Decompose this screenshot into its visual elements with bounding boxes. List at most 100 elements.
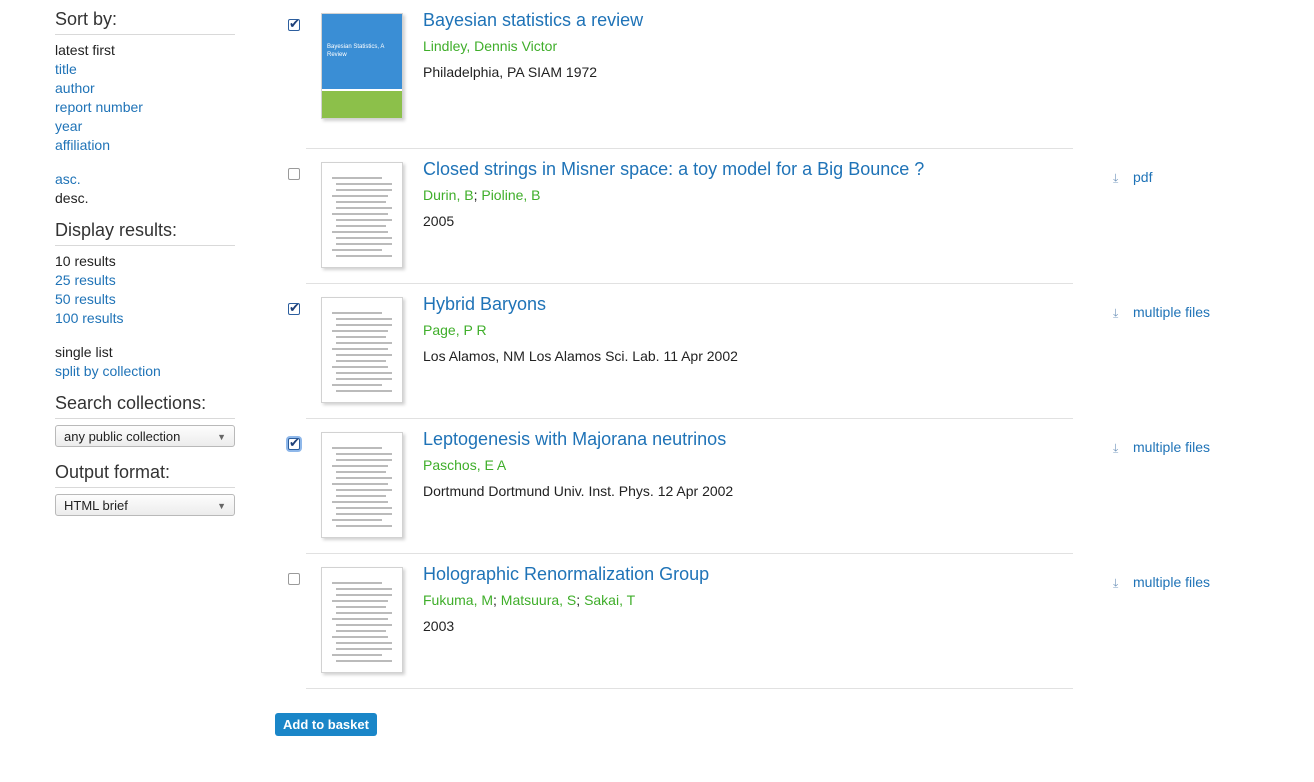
sort-option-latest-first: latest first bbox=[55, 42, 115, 58]
result-divider bbox=[306, 688, 1073, 689]
sort-option-author[interactable]: author bbox=[55, 79, 235, 98]
page-text-line bbox=[336, 336, 386, 338]
result-authors: Page, P R bbox=[423, 322, 487, 338]
page-text-line bbox=[332, 177, 382, 179]
page-text-line bbox=[332, 618, 388, 620]
result-publication: 2005 bbox=[423, 213, 455, 229]
download-icon: ⤓ bbox=[1113, 441, 1119, 455]
result-thumbnail[interactable] bbox=[321, 567, 403, 673]
order-option-asc[interactable]: asc. bbox=[55, 170, 235, 189]
page-text-line bbox=[332, 582, 382, 584]
multiple-files-link[interactable]: ⤓ multiple files bbox=[1113, 439, 1210, 456]
result-item: Bayesian Statistics, A Review Bayesian st… bbox=[285, 0, 1225, 149]
sort-option-affiliation[interactable]: affiliation bbox=[55, 136, 235, 155]
result-checkbox[interactable] bbox=[288, 573, 300, 585]
list-mode-option-split-by-collection[interactable]: split by collection bbox=[55, 362, 235, 381]
page-text-line bbox=[332, 195, 388, 197]
output-format-select[interactable]: HTML brief ▼ bbox=[55, 494, 235, 516]
page-text-line bbox=[332, 483, 388, 485]
pdf-link[interactable]: ⤓ pdf bbox=[1113, 169, 1152, 186]
result-checkbox[interactable] bbox=[288, 300, 300, 316]
sort-options: latest first title author report number year… bbox=[55, 41, 235, 155]
author-link[interactable]: Fukuma, M bbox=[423, 592, 493, 608]
page-text-line bbox=[336, 360, 386, 362]
files-label: multiple files bbox=[1133, 304, 1211, 320]
sort-option-report-number[interactable]: report number bbox=[55, 98, 235, 117]
author-link[interactable]: Page, P R bbox=[423, 322, 487, 338]
result-title-link[interactable]: Holographic Renormalization Group bbox=[423, 564, 709, 585]
page-text-line bbox=[336, 219, 392, 221]
sort-heading: Sort by: bbox=[55, 8, 235, 35]
page-text-line bbox=[332, 600, 388, 602]
result-item: Holographic Renormalization Group Fukuma,… bbox=[285, 554, 1225, 689]
result-thumbnail[interactable] bbox=[321, 432, 403, 538]
output-format-value: HTML brief bbox=[64, 498, 128, 513]
author-separator: ; bbox=[493, 592, 501, 608]
author-link[interactable]: Sakai, T bbox=[584, 592, 635, 608]
author-link[interactable]: Durin, B bbox=[423, 187, 474, 203]
page-text-line bbox=[336, 507, 392, 509]
page-text-line bbox=[336, 648, 392, 650]
result-item: Closed strings in Misner space: a toy mo… bbox=[285, 149, 1225, 284]
result-title-link[interactable]: Hybrid Baryons bbox=[423, 294, 546, 315]
collections-select[interactable]: any public collection ▼ bbox=[55, 425, 235, 447]
sort-option-year[interactable]: year bbox=[55, 117, 235, 136]
result-thumbnail[interactable]: Bayesian Statistics, A Review bbox=[321, 13, 403, 119]
page-text-line bbox=[336, 459, 392, 461]
page-text-line bbox=[332, 636, 388, 638]
display-option-50-results[interactable]: 50 results bbox=[55, 290, 235, 309]
author-link[interactable]: Lindley, Dennis Victor bbox=[423, 38, 557, 54]
result-title-link[interactable]: Bayesian statistics a review bbox=[423, 10, 643, 31]
result-thumbnail[interactable] bbox=[321, 297, 403, 403]
display-heading: Display results: bbox=[55, 219, 235, 246]
files-label: pdf bbox=[1133, 169, 1153, 185]
page-text-line bbox=[336, 342, 392, 344]
page-text-line bbox=[336, 495, 386, 497]
page-text-line bbox=[332, 213, 388, 215]
output-heading: Output format: bbox=[55, 461, 235, 488]
result-checkbox[interactable] bbox=[288, 16, 300, 32]
page-text-line bbox=[336, 372, 392, 374]
result-publication: Los Alamos, NM Los Alamos Sci. Lab. 11 A… bbox=[423, 348, 738, 364]
page-text-line bbox=[336, 489, 392, 491]
page-text-line bbox=[336, 453, 392, 455]
download-icon: ⤓ bbox=[1113, 576, 1119, 590]
multiple-files-link[interactable]: ⤓ multiple files bbox=[1113, 574, 1210, 591]
page-text-line bbox=[332, 654, 382, 656]
page-text-line bbox=[336, 318, 392, 320]
result-title-link[interactable]: Leptogenesis with Majorana neutrinos bbox=[423, 429, 726, 450]
dropdown-arrow-icon: ▼ bbox=[217, 501, 226, 511]
author-separator: ; bbox=[576, 592, 585, 608]
page-text-line bbox=[336, 471, 386, 473]
sidebar: Sort by: latest first title author report n… bbox=[55, 8, 235, 516]
result-publication: Philadelphia, PA SIAM 1972 bbox=[423, 64, 598, 80]
result-thumbnail[interactable] bbox=[321, 162, 403, 268]
page-text-line bbox=[336, 255, 392, 257]
result-title-link[interactable]: Closed strings in Misner space: a toy mo… bbox=[423, 159, 924, 180]
page-text-line bbox=[332, 330, 388, 332]
page-text-line bbox=[336, 612, 392, 614]
display-option-10-results: 10 results bbox=[55, 253, 116, 269]
cover-text: Bayesian Statistics, A Review bbox=[327, 44, 385, 58]
author-link[interactable]: Matsuura, S bbox=[501, 592, 576, 608]
collections-select-value: any public collection bbox=[64, 429, 181, 444]
sort-option-title[interactable]: title bbox=[55, 60, 235, 79]
page-text-line bbox=[336, 390, 392, 392]
display-option-25-results[interactable]: 25 results bbox=[55, 271, 235, 290]
page-text-line bbox=[336, 477, 392, 479]
collections-heading: Search collections: bbox=[55, 392, 235, 419]
result-item: Hybrid Baryons Page, P R Los Alamos, NM Lo… bbox=[285, 284, 1225, 419]
add-to-basket-button[interactable]: Add to basket bbox=[275, 713, 377, 736]
author-link[interactable]: Paschos, E A bbox=[423, 457, 506, 473]
cover-bottom bbox=[322, 91, 402, 118]
author-link[interactable]: Pioline, B bbox=[481, 187, 540, 203]
page-text-line bbox=[336, 378, 392, 380]
list-mode-option-single-list: single list bbox=[55, 344, 113, 360]
display-option-100-results[interactable]: 100 results bbox=[55, 309, 235, 328]
files-label: multiple files bbox=[1133, 439, 1211, 455]
multiple-files-link[interactable]: ⤓ multiple files bbox=[1113, 304, 1210, 321]
result-checkbox[interactable] bbox=[288, 168, 300, 180]
display-options: 10 results 25 results 50 results 100 result… bbox=[55, 252, 235, 328]
page-text-line bbox=[336, 243, 392, 245]
result-checkbox[interactable] bbox=[288, 435, 300, 451]
